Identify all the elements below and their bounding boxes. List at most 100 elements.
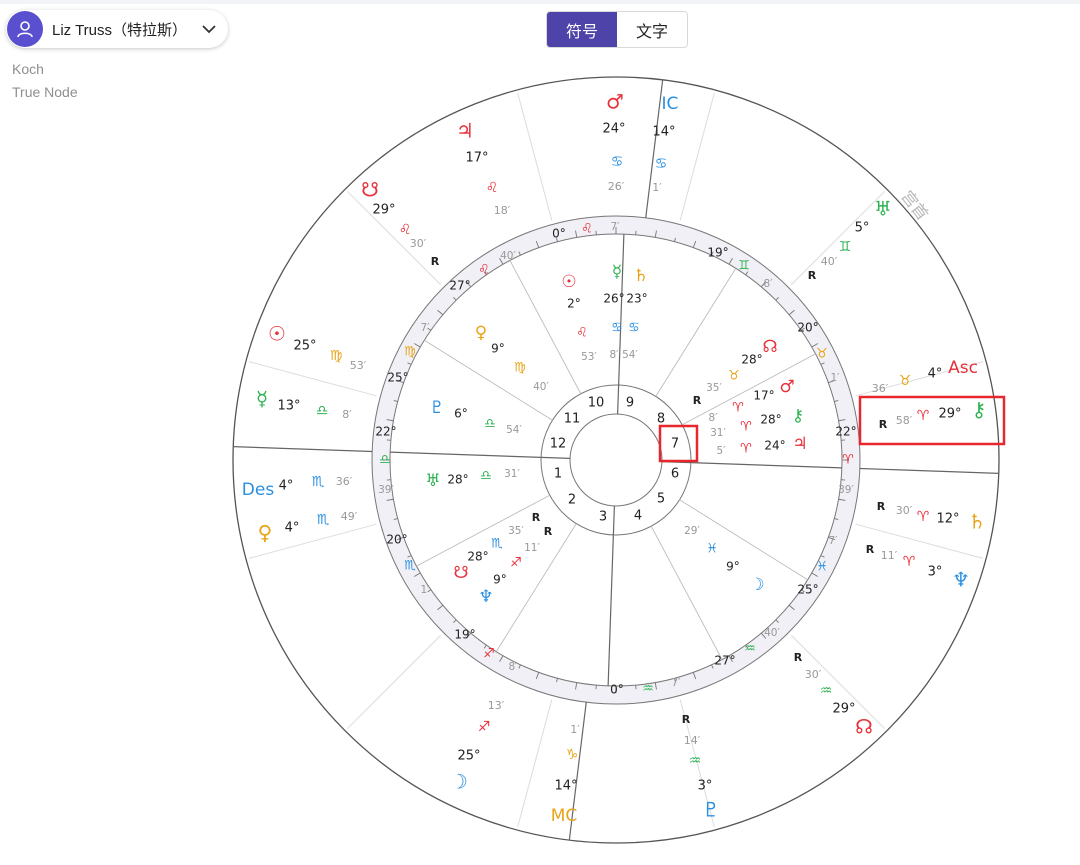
planet-sign-glyph: ♏ — [312, 474, 325, 490]
cusp-minute: 7′ — [671, 677, 681, 689]
planet-minute: 13′ — [488, 699, 505, 712]
planet-minute: 31′ — [504, 468, 520, 480]
planet-degree: 9° — [726, 560, 740, 574]
planet-degree: 28° — [467, 550, 488, 564]
planet-sign-glyph: ♎ — [480, 469, 492, 484]
planet-uranus-icon: ♅ — [425, 471, 440, 491]
cusp-minute: 8′ — [763, 278, 773, 290]
planet-saturn-icon: ♄ — [633, 266, 648, 286]
planet-minute: 1′ — [652, 181, 662, 194]
planet-minute: 30′ — [805, 668, 822, 681]
planet-minute: 36′ — [872, 382, 889, 395]
planet-minute: 53′ — [581, 351, 597, 363]
house-number: 8 — [657, 412, 665, 427]
natal-chart-wheel: 10 9 87 654 3 21 12 11 22° ♎ 39′ 20° ♏ 1′ 19° ♐ 8′ 0° ♒ 7′ 2… — [232, 76, 1006, 844]
planet-sign-glyph: ♋ — [611, 154, 624, 170]
retrograde-marker: R — [431, 255, 440, 268]
planet-uranus-icon: ♅ — [874, 197, 892, 221]
planet-minute: 5′ — [716, 445, 726, 457]
cusp-minute: 40′ — [500, 250, 516, 262]
cusp-sign-glyph: ♍ — [404, 345, 416, 360]
planet-pluto-icon: ♇ — [702, 798, 720, 822]
house-number: 9 — [626, 396, 634, 411]
planet-degree: 26° — [603, 292, 624, 306]
planet-venus-icon: ♀ — [258, 521, 273, 545]
planet-sun-icon: ☉ — [561, 272, 576, 292]
planet-jupiter-icon: ♃ — [456, 119, 474, 143]
planet-minute: 49′ — [341, 510, 358, 523]
cusp-degree: 0° — [552, 227, 566, 241]
planet-sun-icon: ☉ — [268, 322, 286, 346]
planet-sign-glyph: ♒ — [820, 683, 833, 699]
planet-degree: 14° — [652, 125, 675, 140]
cusp-sign-glyph: ♌ — [478, 263, 490, 278]
planet-degree: 9° — [493, 573, 507, 587]
planet-sign-glyph: ♈ — [740, 442, 752, 457]
planet-sign-glyph: ♐ — [510, 556, 522, 571]
center-circle — [569, 413, 663, 507]
cusp-sign-glyph: ♏ — [404, 559, 416, 574]
cusp-degree: 20° — [386, 533, 407, 547]
cusp-degree: 22° — [835, 425, 856, 439]
planet-saturn-icon: ♄ — [968, 510, 986, 534]
planet-south-node-icon: ☋ — [453, 563, 468, 583]
planet-degree: 25° — [457, 749, 480, 764]
cusp-sign-glyph: ♒ — [642, 682, 654, 697]
planet-minute: 35′ — [508, 525, 524, 537]
asc-des-axis — [859, 467, 999, 474]
planet-minute: 36′ — [336, 475, 353, 488]
planet-sign-glyph: ♈ — [917, 509, 930, 525]
planet-degree: 3° — [928, 565, 943, 580]
sign-divider — [517, 92, 553, 221]
planet-sign-glyph: ♋ — [655, 156, 668, 172]
cusp-minute: 1′ — [420, 584, 430, 596]
planet-neptune-icon: ♆ — [952, 568, 970, 592]
cusp-minute: 7′ — [610, 221, 620, 233]
planet-south-node-icon: ☋ — [361, 178, 379, 202]
planet-sign-glyph: ♊ — [839, 239, 852, 255]
planet-jupiter-icon: ♃ — [792, 434, 807, 454]
angle-label-mc: MC — [551, 806, 578, 826]
house-number: 6 — [671, 467, 679, 482]
planet-minute: 26′ — [608, 180, 625, 193]
cusp-sign-glyph: ♊ — [738, 259, 750, 274]
planet-minute: 31′ — [710, 427, 726, 439]
planet-sign-glyph: ♒ — [689, 753, 702, 769]
house-number: 1 — [554, 467, 562, 482]
cusp-degree: 19° — [454, 628, 475, 642]
planet-sign-glyph: ♓ — [706, 542, 718, 557]
planet-minute: 30′ — [410, 237, 427, 250]
house-number: 2 — [568, 493, 576, 508]
planet-minute: 14′ — [684, 734, 701, 747]
retrograde-marker: R — [544, 525, 553, 538]
cusp-sign-glyph: ♉ — [816, 347, 828, 362]
planet-sign-glyph: ♎ — [316, 403, 329, 419]
planet-minute: 1′ — [570, 723, 580, 736]
planet-degree: 24° — [764, 439, 785, 453]
planet-sign-glyph: ♈ — [903, 554, 916, 570]
planet-north-node-icon: ☊ — [855, 715, 873, 739]
cusp-degree: 20° — [797, 321, 818, 335]
cusp-minute: 40′ — [764, 627, 780, 639]
sign-divider — [855, 523, 984, 559]
planet-degree: 14° — [554, 779, 577, 794]
planet-minute: 8′ — [609, 349, 619, 361]
cusp-degree: 27° — [449, 279, 470, 293]
planet-minute: 40′ — [533, 381, 549, 393]
cusp-degree: 22° — [375, 425, 396, 439]
planet-sign-glyph: ♑ — [566, 747, 579, 763]
angle-label-ic: IC — [662, 94, 679, 114]
planet-minute: 54′ — [506, 424, 522, 436]
planet-minute: 30′ — [896, 504, 913, 517]
sign-divider — [679, 92, 715, 221]
cusp-sign-glyph: ♌ — [581, 222, 593, 237]
planet-sign-glyph: ♉ — [728, 369, 740, 384]
planet-degree: 6° — [454, 407, 468, 421]
retrograde-marker: R — [693, 394, 702, 407]
retrograde-marker: R — [682, 713, 691, 726]
planet-degree: 28° — [760, 413, 781, 427]
planet-sign-glyph: ♍ — [514, 361, 526, 376]
cusp-minute: 39′ — [378, 484, 394, 496]
planet-moon-icon: ☽ — [450, 770, 468, 794]
planet-sign-glyph: ♌ — [576, 326, 588, 341]
